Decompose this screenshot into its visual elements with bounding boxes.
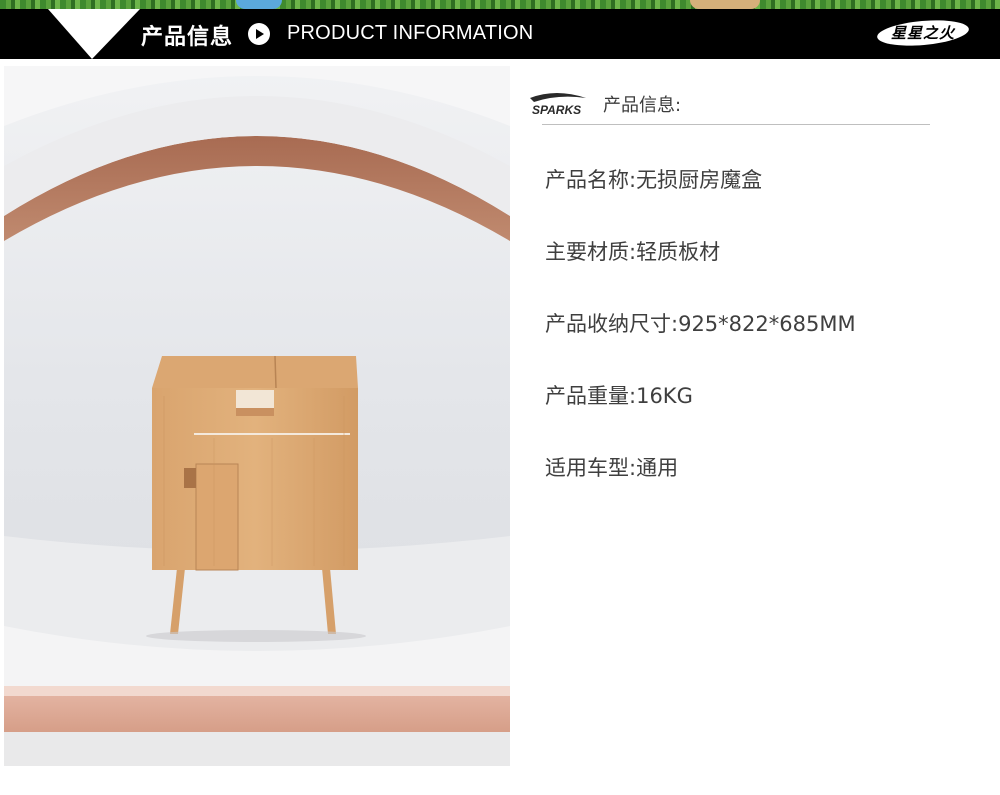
spec-value: 16KG [636,384,693,408]
spec-row-size: 产品收纳尺寸:925*822*685MM [545,308,856,338]
spec-label: 产品名称: [545,168,637,192]
spec-row-name: 产品名称:无损厨房魔盒 [545,164,762,194]
grass-strip [0,0,1000,9]
decor-blue-object [236,0,282,9]
header-title-cn: 产品信息 [141,25,234,50]
brand-logo-text: 星星之火 [890,24,955,42]
play-circle-icon [248,23,270,45]
product-photo [4,66,510,766]
spec-value: 轻质板材 [636,240,721,264]
spec-label: 适用车型: [545,456,637,480]
sparks-logo-text: SPARKS [532,103,581,117]
spec-row-material: 主要材质:轻质板材 [545,236,720,266]
info-section-title: 产品信息: [603,95,682,116]
spec-label: 产品收纳尺寸: [545,312,679,336]
spec-value: 通用 [636,456,679,480]
spec-row-vehicle: 适用车型:通用 [545,452,678,482]
spec-label: 产品重量: [545,384,637,408]
info-divider [542,124,930,125]
header-title-en: PRODUCT INFORMATION [287,22,534,44]
spec-value: 925*822*685MM [678,312,856,336]
decor-wood-object [690,0,760,9]
sparks-logo-icon: SPARKS [530,93,586,117]
spec-value: 无损厨房魔盒 [636,168,763,192]
header-notch-icon [48,9,140,59]
spec-label: 主要材质: [545,240,637,264]
brand-logo: 星星之火 [875,18,971,48]
section-header: 产品信息 PRODUCT INFORMATION 星星之火 [0,9,1000,59]
spec-row-weight: 产品重量:16KG [545,380,693,410]
